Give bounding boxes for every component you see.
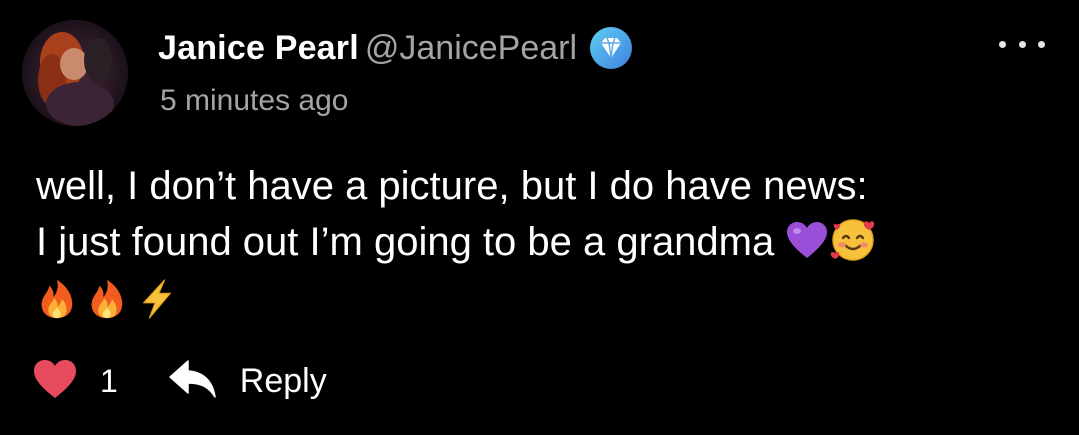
diamond-verified-icon: [589, 26, 633, 70]
lightning-emoji: [136, 278, 178, 335]
post-body-line: I just found out I’m going to be a grand…: [36, 214, 1046, 278]
avatar[interactable]: [22, 20, 128, 126]
more-options-button[interactable]: [999, 34, 1045, 54]
heart-icon: [32, 358, 78, 405]
post-body: well, I don’t have a picture, but I do h…: [36, 158, 1046, 334]
purple-heart-emoji: [785, 219, 829, 278]
post-timestamp: 5 minutes ago: [160, 84, 349, 117]
fire-emoji: [36, 278, 78, 335]
post-body-emoji-line: [36, 278, 1046, 334]
reply-button[interactable]: Reply: [168, 357, 327, 406]
comment-card: Janice Pearl @JanicePearl 5 minutes ago: [0, 0, 1079, 435]
like-count: 1: [100, 362, 118, 399]
post-body-text: I just found out I’m going to be a grand…: [36, 220, 775, 264]
fire-emoji: [86, 278, 128, 335]
avatar-image: [22, 20, 128, 126]
author-display-name[interactable]: Janice Pearl: [158, 29, 359, 68]
more-horizontal-icon: [999, 40, 1006, 48]
post-actions: 1 Reply: [32, 356, 327, 406]
smiling-face-with-hearts-emoji: [829, 215, 877, 278]
reply-arrow-icon: [168, 357, 218, 406]
post-body-line: well, I don’t have a picture, but I do h…: [36, 164, 868, 208]
reply-label: Reply: [239, 361, 327, 400]
author-header: Janice Pearl @JanicePearl: [158, 26, 633, 70]
author-handle[interactable]: @JanicePearl: [365, 29, 577, 68]
like-button[interactable]: 1: [32, 358, 118, 405]
